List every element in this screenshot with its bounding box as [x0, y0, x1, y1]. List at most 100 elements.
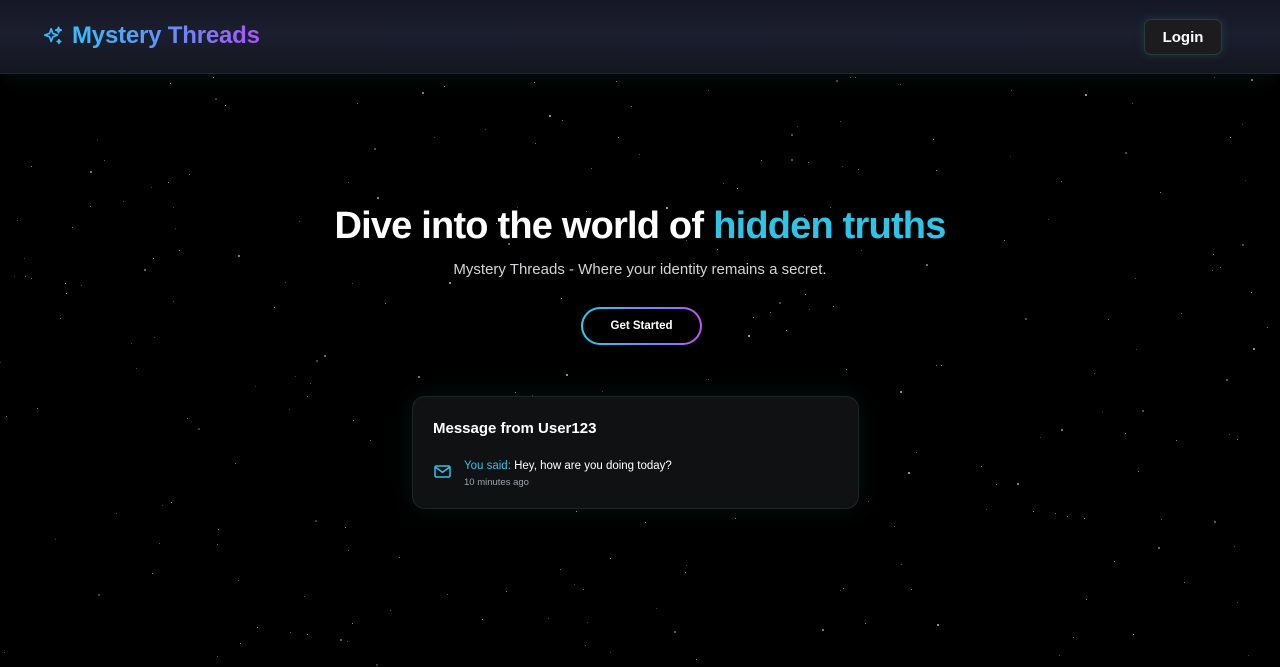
star — [1226, 379, 1228, 381]
star — [1102, 411, 1103, 412]
page: Mystery Threads Login Dive into the worl… — [0, 0, 1280, 667]
star — [353, 420, 354, 421]
star — [1267, 327, 1268, 328]
star — [761, 160, 762, 161]
star — [215, 98, 217, 100]
star — [295, 376, 296, 377]
star — [610, 558, 611, 559]
star — [833, 306, 834, 307]
star — [1125, 152, 1127, 154]
star — [31, 278, 32, 279]
star — [1114, 561, 1115, 562]
star — [1230, 137, 1231, 138]
star — [307, 396, 308, 397]
star — [840, 121, 841, 122]
star — [348, 182, 349, 183]
star — [1011, 90, 1012, 91]
star — [1055, 513, 1056, 514]
brand-logo[interactable]: Mystery Threads — [42, 22, 260, 50]
star — [238, 255, 240, 257]
star — [154, 337, 155, 338]
star — [561, 298, 562, 299]
hero-title-main: Dive into the world of — [334, 205, 704, 247]
star — [1094, 373, 1095, 374]
star — [1251, 292, 1252, 293]
message-card-title: Message from User123 — [433, 420, 597, 437]
star — [515, 392, 516, 393]
star — [656, 608, 657, 609]
star — [916, 452, 917, 453]
star — [576, 511, 577, 512]
star — [235, 463, 236, 464]
star — [809, 309, 810, 310]
star — [602, 391, 603, 392]
star — [255, 386, 256, 387]
star — [858, 169, 859, 170]
get-started-button[interactable]: Get Started — [583, 309, 700, 343]
star — [1017, 483, 1019, 485]
star — [735, 518, 736, 519]
star — [37, 408, 38, 409]
star — [6, 416, 7, 417]
star — [737, 188, 738, 189]
star — [685, 572, 686, 573]
star — [482, 619, 483, 620]
star — [1176, 440, 1177, 441]
star — [1214, 521, 1216, 523]
star — [324, 355, 326, 357]
star — [1184, 582, 1185, 583]
hero-title: Dive into the world of hidden truths — [0, 205, 1280, 248]
star — [779, 302, 781, 304]
star — [901, 564, 902, 565]
star — [1237, 439, 1238, 440]
star — [116, 513, 117, 514]
star — [1067, 516, 1068, 517]
star — [173, 301, 174, 302]
star — [770, 312, 771, 313]
star — [1135, 278, 1136, 279]
star — [1133, 634, 1134, 635]
star — [352, 623, 353, 624]
star — [686, 565, 687, 566]
star — [218, 529, 219, 530]
star — [861, 250, 862, 251]
star — [187, 418, 188, 419]
star — [585, 645, 586, 646]
star — [449, 282, 451, 284]
star — [171, 502, 172, 503]
star — [485, 129, 486, 130]
star — [307, 634, 308, 635]
star — [444, 86, 445, 87]
star — [574, 584, 575, 585]
star — [1253, 348, 1255, 350]
message-content: You said: Hey, how are you doing today? … — [464, 459, 672, 488]
star — [24, 258, 25, 259]
star — [123, 201, 124, 202]
star — [836, 80, 838, 82]
message-card: Message from User123 You said: Hey, how … — [412, 396, 859, 509]
star — [1086, 599, 1087, 600]
star — [131, 343, 132, 344]
star — [1010, 156, 1011, 157]
star — [1242, 124, 1243, 125]
star — [865, 623, 866, 624]
hero-subtitle: Mystery Threads - Where your identity re… — [453, 261, 827, 278]
star — [390, 610, 391, 611]
star — [535, 143, 536, 144]
star — [198, 428, 200, 430]
star — [1181, 313, 1182, 314]
star — [304, 596, 305, 597]
star — [257, 627, 258, 628]
star — [376, 664, 378, 666]
star — [98, 594, 100, 596]
star — [753, 317, 754, 318]
star — [168, 182, 169, 183]
hero-title-accent: hidden truths — [713, 205, 946, 247]
star — [1108, 319, 1109, 320]
login-button[interactable]: Login — [1144, 19, 1222, 55]
star — [822, 629, 824, 631]
star — [152, 573, 153, 574]
star — [1040, 437, 1041, 438]
star — [855, 77, 856, 78]
star — [370, 440, 371, 441]
